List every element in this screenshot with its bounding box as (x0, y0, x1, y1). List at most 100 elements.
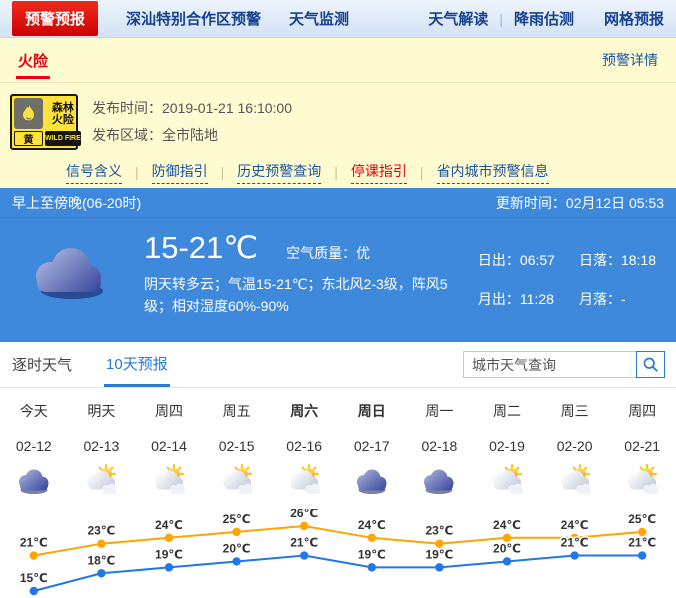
nav-link[interactable]: 网格预报 (604, 8, 664, 29)
high-temp-label: 21℃ (20, 536, 48, 550)
low-temp-label: 15℃ (20, 571, 48, 585)
forecast-day-label[interactable]: 周三 (541, 401, 609, 421)
tab-hourly-weather[interactable]: 逐时天气 (10, 342, 74, 387)
search-button[interactable] (636, 351, 665, 378)
temperature-chart-wrap: 21℃23℃24℃25℃26℃24℃23℃24℃24℃25℃15℃18℃19℃2… (0, 509, 676, 598)
temp-chart: 21℃23℃24℃25℃26℃24℃23℃24℃24℃25℃15℃18℃19℃2… (0, 509, 676, 598)
low-temp-label: 20℃ (493, 541, 521, 555)
partly-sunny-icon (608, 464, 676, 509)
forecast-day-label[interactable]: 周四 (608, 401, 676, 421)
low-temp-point (300, 551, 308, 559)
high-temp-label: 24℃ (561, 518, 589, 532)
warning-link[interactable]: 省内城市预警信息 (437, 161, 549, 184)
forecast-day-label[interactable]: 周二 (473, 401, 541, 421)
cloudy-icon (0, 464, 68, 509)
publish-time-row: 发布时间：2019-01-21 16:10:00 (92, 95, 292, 122)
forecast-date-label: 02-20 (541, 438, 609, 454)
warning-info: 发布时间：2019-01-21 16:10:00 发布区域：全市陆地 (92, 94, 292, 150)
badge-name: 森林 火险 (45, 98, 81, 129)
forecast-day-label[interactable]: 周六 (270, 401, 338, 421)
warning-link[interactable]: 防御指引 (152, 161, 208, 184)
forecast-day-label[interactable]: 周日 (338, 401, 406, 421)
update-time: 更新时间：02月12日 05:53 (496, 193, 664, 213)
low-temp-label: 18℃ (87, 553, 115, 567)
nav-tab[interactable]: 深汕特别合作区预警 (126, 8, 261, 29)
nav-tabs: 深汕特别合作区预警 天气监测 (98, 8, 349, 29)
warning-link[interactable]: 历史预警查询 (237, 161, 321, 184)
moonrise: 月出：11:28 (478, 289, 555, 317)
link-separator: | (135, 164, 139, 180)
nav-separator: | (499, 11, 503, 27)
cloudy-icon (406, 464, 474, 509)
partly-sunny-icon (541, 464, 609, 509)
sun-moon-times: 日出：06:57 日落：18:18 月出：11:28 月落：- (478, 230, 656, 317)
warning-header: 火险 预警详情 (0, 38, 676, 83)
nav-tab-warning-forecast[interactable]: 预警预报 (12, 1, 98, 36)
forecast-day-labels: 今天明天周四周五周六周日周一周二周三周四 (0, 388, 676, 421)
high-temp-point (97, 540, 105, 548)
nav-links: 天气解读 | 降雨估测 网格预报 (428, 8, 664, 29)
forecast-day-label[interactable]: 明天 (68, 401, 136, 421)
warning-type-tab[interactable]: 火险 (18, 50, 48, 79)
link-separator: | (221, 164, 225, 180)
city-search (463, 351, 665, 378)
high-temp-point (368, 534, 376, 542)
nav-link[interactable]: 降雨估测 (514, 8, 574, 29)
link-separator: | (420, 164, 424, 180)
high-temp-point (232, 528, 240, 536)
forecast-tabbar: 逐时天气 10天预报 (0, 342, 676, 388)
partly-sunny-icon (270, 464, 338, 509)
low-temp-label: 19℃ (155, 547, 183, 561)
forecast-date-label: 02-16 (270, 438, 338, 454)
warning-body: 森林 火险 黄 WILD FIRE 发布时间：2019-01-21 16:10:… (0, 83, 676, 156)
city-search-input[interactable] (463, 351, 636, 378)
cloudy-icon (338, 464, 406, 509)
high-temp-label: 25℃ (223, 512, 251, 526)
forecast-date-label: 02-12 (0, 438, 68, 454)
warning-detail-link[interactable]: 预警详情 (602, 50, 658, 70)
nav-tab[interactable]: 天气监测 (289, 8, 349, 29)
current-main: 15-21℃ 空气质量：优 阴天转多云；气温15-21℃；东北风2-3级，阵风5… (144, 230, 474, 317)
high-temp-label: 24℃ (358, 518, 386, 532)
forecast-day-label[interactable]: 周四 (135, 401, 203, 421)
high-temp-line (34, 526, 642, 556)
sunrise: 日出：06:57 (478, 250, 555, 278)
moonset: 月落：- (579, 289, 656, 317)
partly-sunny-icon (135, 464, 203, 509)
top-nav: 预警预报 深汕特别合作区预警 天气监测 天气解读 | 降雨估测 网格预报 (0, 0, 676, 38)
partly-sunny-icon (68, 464, 136, 509)
warning-link[interactable]: 停课指引 (351, 161, 407, 184)
flame-icon (14, 98, 43, 129)
high-temp-point (30, 551, 38, 559)
low-temp-point (97, 569, 105, 577)
high-temp-label: 23℃ (87, 524, 115, 538)
low-temp-label: 21℃ (561, 536, 589, 550)
high-temp-label: 26℃ (290, 509, 318, 520)
low-temp-point (503, 557, 511, 565)
link-separator: | (334, 164, 338, 180)
current-body: 15-21℃ 空气质量：优 阴天转多云；气温15-21℃；东北风2-3级，阵风5… (0, 218, 676, 317)
low-temp-label: 19℃ (425, 547, 453, 561)
high-temp-point (165, 534, 173, 542)
forecast-day-label[interactable]: 周五 (203, 401, 271, 421)
low-temp-point (232, 557, 240, 565)
partly-sunny-icon (473, 464, 541, 509)
warning-links: 信号含义 | 防御指引 | 历史预警查询 | 停课指引 | 省内城市预警信息 (0, 156, 676, 188)
low-temp-label: 19℃ (358, 547, 386, 561)
low-temp-point (368, 563, 376, 571)
low-temp-label: 21℃ (628, 536, 656, 550)
period-label: 早上至傍晚(06-20时) (12, 193, 141, 213)
high-temp-label: 24℃ (493, 518, 521, 532)
high-temp-label: 23℃ (425, 524, 453, 538)
forecast-date-label: 02-17 (338, 438, 406, 454)
badge-level-en: WILD FIRE (45, 131, 81, 146)
forecast-date-label: 02-21 (608, 438, 676, 454)
forecast-day-label[interactable]: 今天 (0, 401, 68, 421)
weather-description: 阴天转多云；气温15-21℃；东北风2-3级，阵风5级；相对湿度60%-90% (144, 273, 456, 317)
tab-ten-day-forecast[interactable]: 10天预报 (104, 342, 170, 387)
wildfire-warning-badge: 森林 火险 黄 WILD FIRE (10, 94, 78, 150)
forecast-day-label[interactable]: 周一 (406, 401, 474, 421)
nav-link[interactable]: 天气解读 (428, 8, 488, 29)
warning-link[interactable]: 信号含义 (66, 161, 122, 184)
forecast-icons (0, 454, 676, 509)
